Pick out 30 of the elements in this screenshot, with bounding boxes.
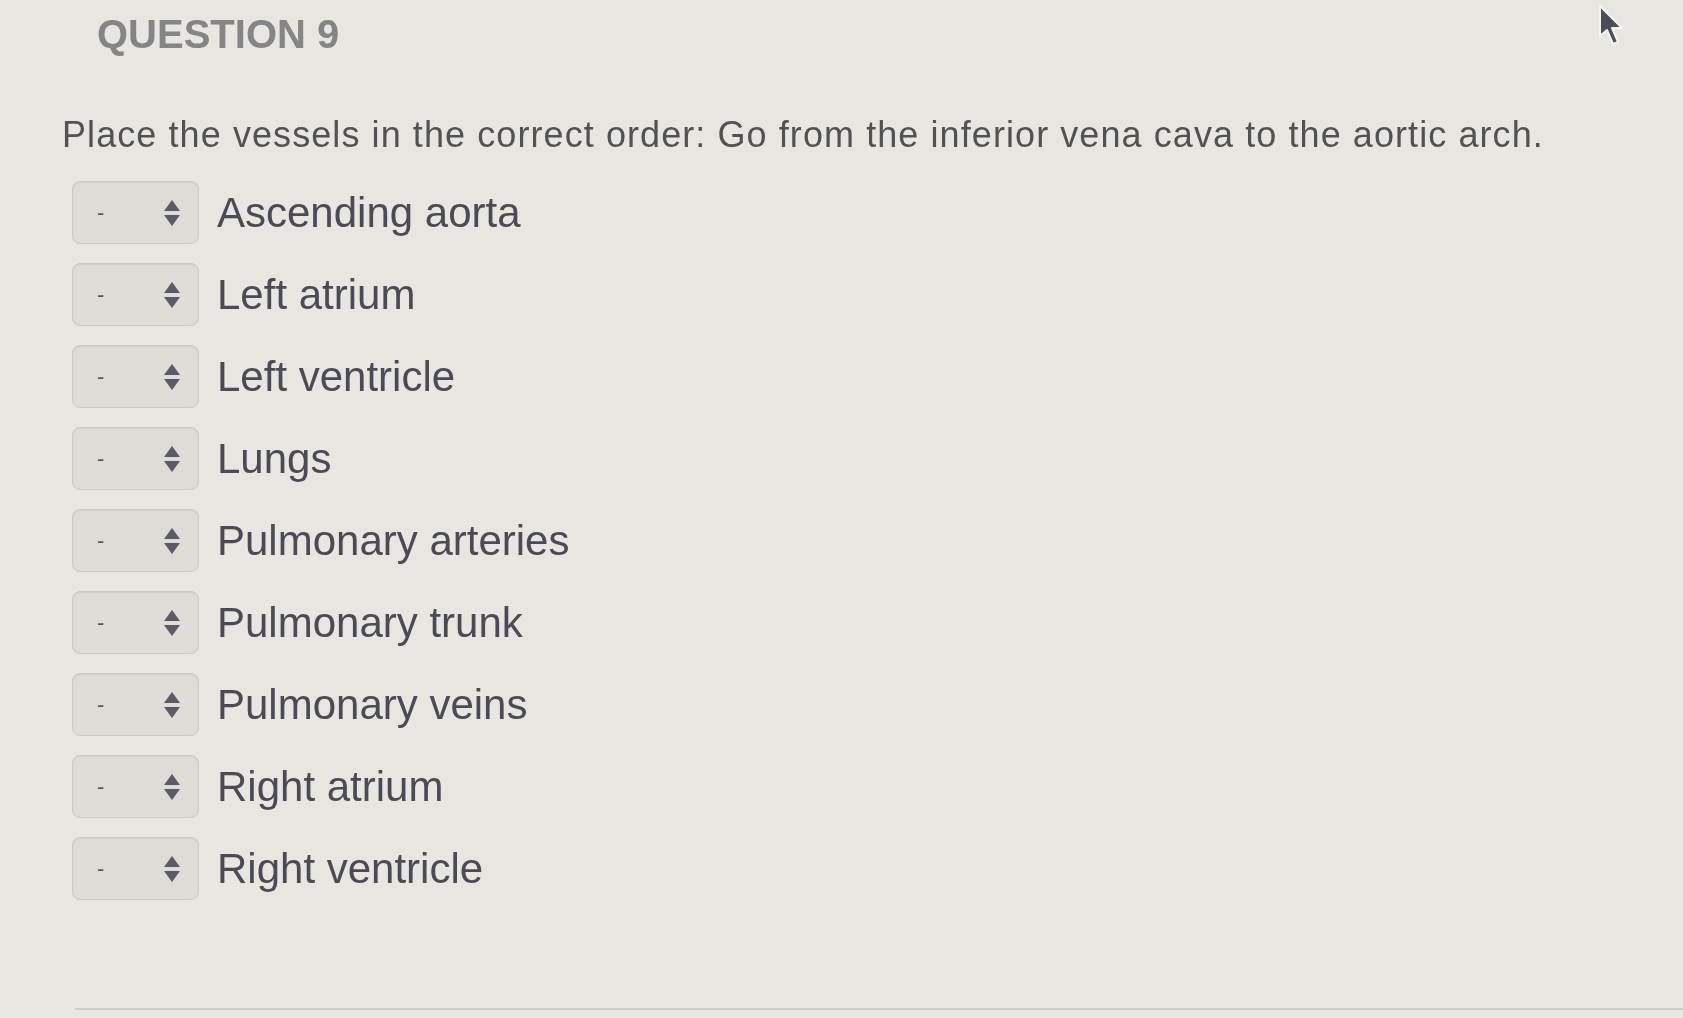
order-dropdown[interactable]: -	[72, 837, 199, 900]
order-dropdown[interactable]: -	[72, 345, 199, 408]
question-prompt: Place the vessels in the correct order: Go from the inferior vena cava to the aortic arch.	[62, 114, 1544, 156]
up-down-arrows-icon	[164, 855, 180, 882]
up-down-arrows-icon	[164, 527, 180, 554]
vessel-label: Right atrium	[217, 762, 444, 811]
up-down-arrows-icon	[164, 281, 180, 308]
order-dropdown[interactable]: -	[72, 755, 199, 818]
vessel-label: Ascending aorta	[217, 188, 521, 237]
vessel-label: Left ventricle	[217, 352, 456, 401]
up-down-arrows-icon	[164, 773, 180, 800]
order-dropdown[interactable]: -	[72, 509, 199, 572]
vessel-label: Pulmonary trunk	[217, 598, 523, 647]
order-dropdown[interactable]: -	[72, 181, 199, 244]
order-dropdown[interactable]: -	[72, 673, 199, 736]
order-dropdown[interactable]: -	[72, 263, 199, 326]
vessel-label: Pulmonary veins	[217, 680, 528, 729]
up-down-arrows-icon	[164, 609, 180, 636]
question-heading: QUESTION 9	[97, 13, 340, 55]
order-dropdown[interactable]: -	[72, 591, 199, 654]
vessel-label: Lungs	[217, 434, 332, 483]
up-down-arrows-icon	[164, 691, 180, 718]
vessel-label: Pulmonary arteries	[217, 516, 570, 565]
mouse-pointer-icon	[1598, 4, 1626, 48]
vessel-label: Left atrium	[217, 270, 416, 319]
up-down-arrows-icon	[164, 363, 180, 390]
up-down-arrows-icon	[164, 199, 180, 226]
order-dropdown[interactable]: -	[72, 427, 199, 490]
up-down-arrows-icon	[164, 445, 180, 472]
vessel-label: Right ventricle	[217, 844, 484, 893]
